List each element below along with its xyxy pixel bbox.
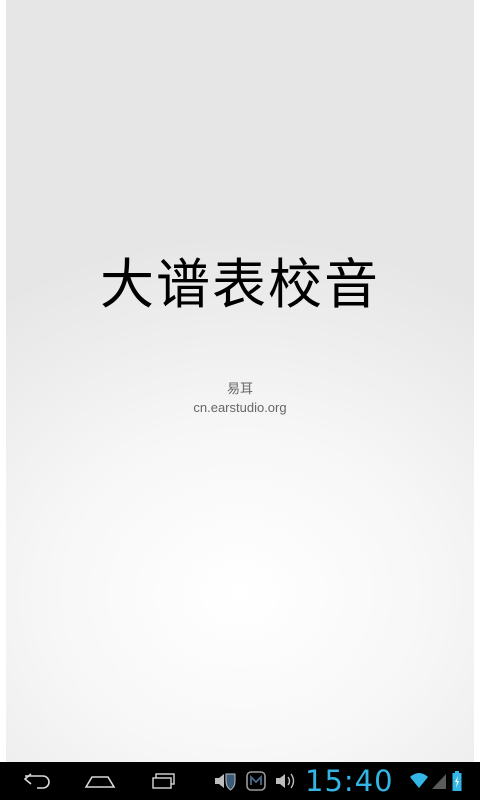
recent-apps-icon <box>152 773 175 789</box>
battery-charging-icon <box>452 771 462 791</box>
status-clock: 15:40 <box>305 764 394 798</box>
splash-screen: 大谱表校音 易耳 cn.earstudio.org <box>6 0 474 762</box>
signal-icon <box>432 774 446 789</box>
battery-status <box>450 762 464 800</box>
home-button[interactable] <box>80 762 120 800</box>
notification-maxthon[interactable] <box>243 762 269 800</box>
system-bar: 15:40 <box>0 762 480 800</box>
website-url: cn.earstudio.org <box>193 400 287 415</box>
publisher-name: 易耳 <box>226 382 253 397</box>
volume-shield-icon <box>215 773 236 791</box>
app-title: 大谱表校音 <box>100 253 380 316</box>
notification-volume-shield[interactable] <box>212 762 240 800</box>
maxthon-icon <box>246 771 266 791</box>
screen: 大谱表校音 易耳 cn.earstudio.org 15:40 <box>0 0 480 800</box>
recent-apps-button[interactable] <box>144 762 184 800</box>
home-icon <box>84 776 116 788</box>
volume-icon <box>276 773 295 789</box>
signal-status <box>430 762 448 800</box>
back-icon <box>23 773 50 789</box>
wifi-icon <box>410 773 428 788</box>
wifi-status <box>408 762 430 800</box>
back-button[interactable] <box>18 762 58 800</box>
notification-volume[interactable] <box>273 762 299 800</box>
